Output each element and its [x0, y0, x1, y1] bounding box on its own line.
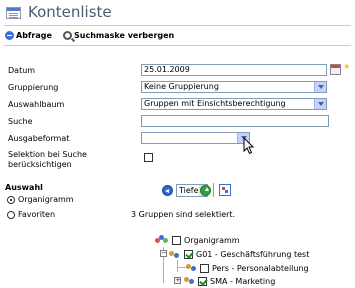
tree-checkbox[interactable]: [184, 250, 193, 259]
radio-favoriten-label: Favoriten: [18, 210, 56, 219]
tree-label: Auswahlbaum: [8, 100, 65, 109]
date-field[interactable]: 25.01.2009: [141, 64, 327, 76]
selection-status: 3 Gruppen sind selektiert.: [131, 210, 236, 219]
tree-checkbox[interactable]: [200, 264, 209, 273]
expand-icon[interactable]: +: [174, 277, 181, 284]
selection-label-2: berücksichtigen: [8, 160, 72, 169]
selection-label-1: Selektion bei Suche: [8, 150, 87, 159]
radio-organigramm[interactable]: [7, 196, 15, 204]
org-icon: [155, 235, 169, 245]
tree-checkbox[interactable]: [172, 236, 181, 245]
selection-checkbox[interactable]: [144, 153, 153, 162]
cursor-icon: [243, 137, 255, 155]
group-icon: [169, 249, 183, 259]
collapse-icon[interactable]: −: [160, 250, 167, 257]
radio-organigramm-label: Organigramm: [18, 195, 74, 204]
tree-item-label: Pers - Personalabteilung: [212, 264, 309, 273]
chevron-down-icon[interactable]: [314, 82, 326, 92]
tree-item-label: SMA - Marketing: [210, 277, 276, 286]
toolbar-separator: [213, 183, 214, 197]
chevron-down-icon[interactable]: [314, 99, 326, 109]
format-label: Ausgabeformat: [8, 134, 70, 143]
tree-item-label: Organigramm: [184, 236, 240, 245]
up-arrow-icon[interactable]: [200, 185, 211, 196]
tree-checkbox[interactable]: [198, 277, 207, 286]
back-arrow-icon[interactable]: [162, 185, 173, 196]
required-mark: *: [344, 62, 350, 75]
title-divider: [4, 25, 351, 26]
grouping-label: Gruppierung: [8, 83, 59, 92]
calendar-icon[interactable]: [330, 64, 341, 75]
tree-select[interactable]: Gruppen mit Einsichtsberechtigung: [141, 98, 327, 110]
selection-heading: Auswahl: [5, 183, 43, 192]
query-button[interactable]: Abfrage: [5, 31, 52, 40]
search-label: Suche: [8, 117, 33, 126]
grouping-select[interactable]: Keine Gruppierung: [141, 81, 327, 93]
query-label: Abfrage: [16, 31, 52, 40]
radio-favoriten[interactable]: [7, 211, 15, 219]
date-label: Datum: [8, 66, 36, 75]
grid-view-icon[interactable]: [219, 184, 231, 196]
magnifier-icon: [63, 31, 72, 40]
page-title: Kontenliste: [28, 3, 112, 21]
hide-search-label: Suchmaske verbergen: [74, 31, 175, 40]
search-input[interactable]: [141, 115, 329, 127]
query-icon: [5, 31, 14, 40]
group-icon: [186, 262, 200, 272]
grouping-value: Keine Gruppierung: [144, 82, 219, 91]
list-icon: [6, 7, 21, 19]
toolbar-divider: [4, 45, 351, 46]
tree-line: [177, 260, 178, 272]
tree-item-label: G01 - Geschäftsführung test: [196, 250, 310, 259]
hide-search-button[interactable]: Suchmaske verbergen: [63, 31, 174, 40]
group-icon: [184, 275, 198, 285]
format-select[interactable]: [141, 132, 250, 144]
tree-value: Gruppen mit Einsichtsberechtigung: [144, 99, 286, 108]
